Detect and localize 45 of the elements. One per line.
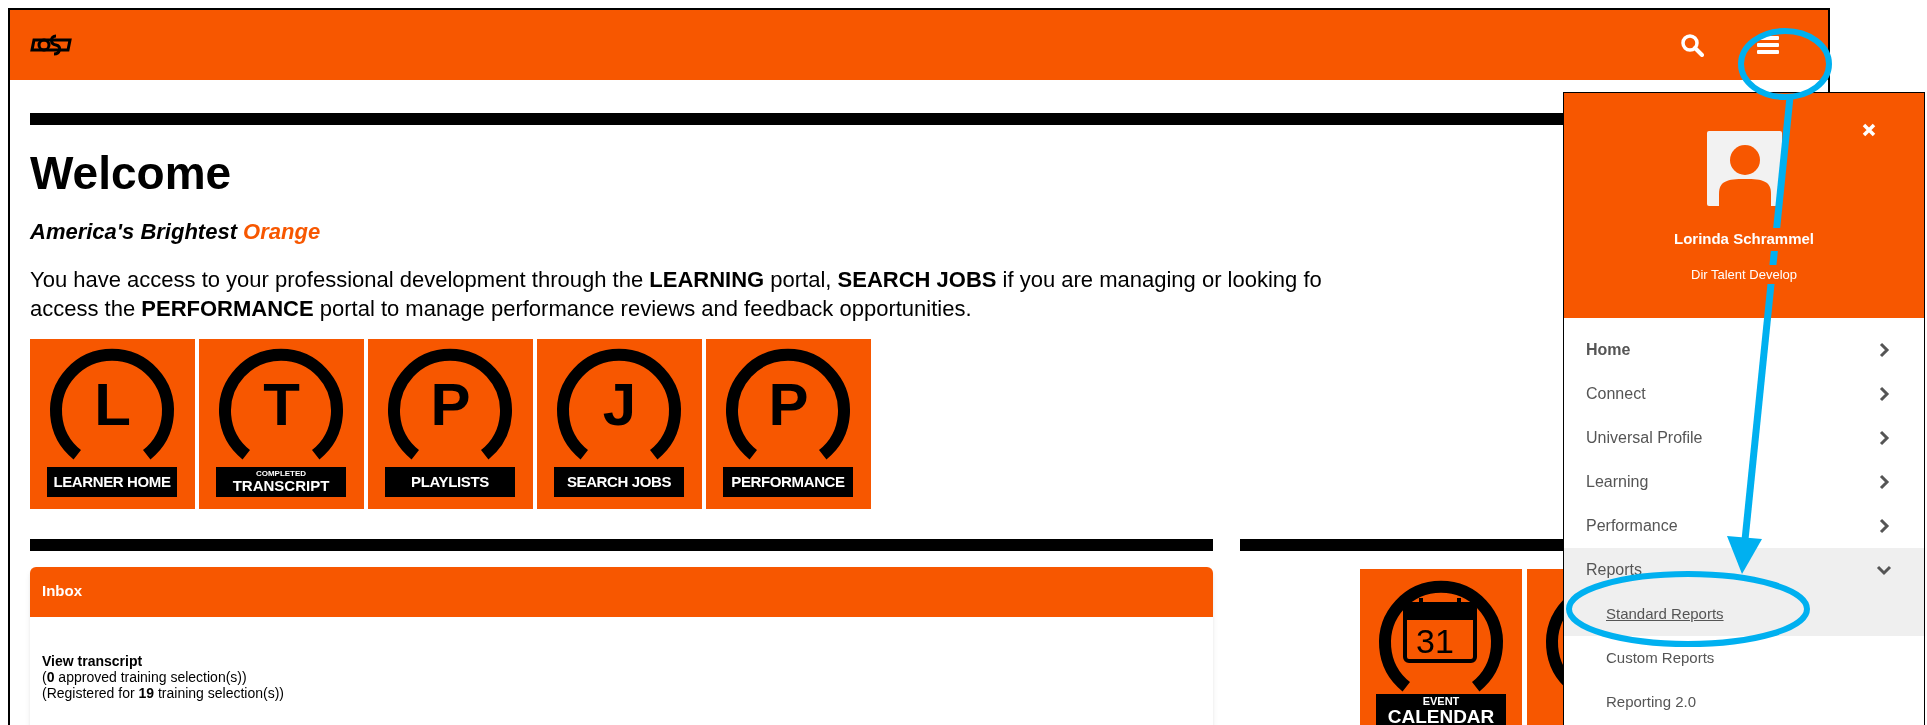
tile-caption: EVENT [1422,695,1460,707]
intro-text: You have access to your professional development through the LEARNING portal, SEARCH JOBS if you are managing or looking fo [30,265,1322,294]
menu-icon[interactable] [1756,34,1780,56]
user-name: Lorinda Schrammel [1673,228,1814,251]
portal-tile[interactable]: J SEARCH JOBS [537,338,702,509]
tile-letter: L [94,374,131,435]
tile-letter: P [768,374,809,435]
inbox-title: Inbox [42,581,82,602]
portal-tile[interactable]: L LEARNER HOME [30,338,195,509]
tile-letter: T [263,374,300,435]
tile-letter: J [602,374,637,435]
tile-caption: PERFORMANCE [731,474,845,489]
inbox-text: (Registered for 19 training selection(s)) [42,684,284,701]
tile-caption: COMPLETED [255,470,307,478]
submenu-item[interactable]: Reporting 2.0 [1564,680,1924,724]
menu-item[interactable]: Learning [1564,460,1924,504]
portal-tile[interactable]: P PLAYLISTS [368,338,533,509]
menu-item[interactable]: Home [1564,328,1924,372]
calendar-icon [1400,595,1480,666]
portal-tile[interactable]: T COMPLETED TRANSCRIPT [199,338,364,509]
user-title: Dir Talent Develop [1691,264,1797,284]
menu-item[interactable]: Universal Profile [1564,416,1924,460]
avatar-icon[interactable] [1706,131,1782,206]
tile-caption: LEARNER HOME [53,474,171,489]
submenu-item[interactable]: Custom Reports [1564,636,1924,680]
tile-caption: TRANSCRIPT [232,478,330,493]
menu-item[interactable]: Reports [1564,548,1924,592]
tagline: America's Brightest Orange [30,218,321,246]
tile-letter: P [430,374,471,435]
submenu-item[interactable]: Standard Reports [1564,592,1924,636]
tile-caption: PLAYLISTS [411,474,489,489]
tile-caption: CALENDAR [1387,706,1495,725]
tile-caption: SEARCH JOBS [566,474,672,489]
page-title: Welcome [30,150,232,196]
intro-text: access the PERFORMANCE portal to manage performance reviews and feedback opportunities. [30,294,972,323]
inbox-text: (0 approved training selection(s)) [42,668,247,685]
menu-item[interactable]: Connect [1564,372,1924,416]
search-icon[interactable] [1680,33,1704,57]
close-icon[interactable] [1862,123,1876,137]
portal-tile[interactable]: P PERFORMANCE [706,338,871,509]
portal-tile[interactable]: 31 EVENT CALENDAR [1360,568,1522,725]
logo-icon[interactable] [30,32,74,58]
calendar-day: 31 [1416,623,1454,658]
view-transcript-link[interactable]: View transcript [42,652,143,669]
menu-item[interactable]: Performance [1564,504,1924,548]
